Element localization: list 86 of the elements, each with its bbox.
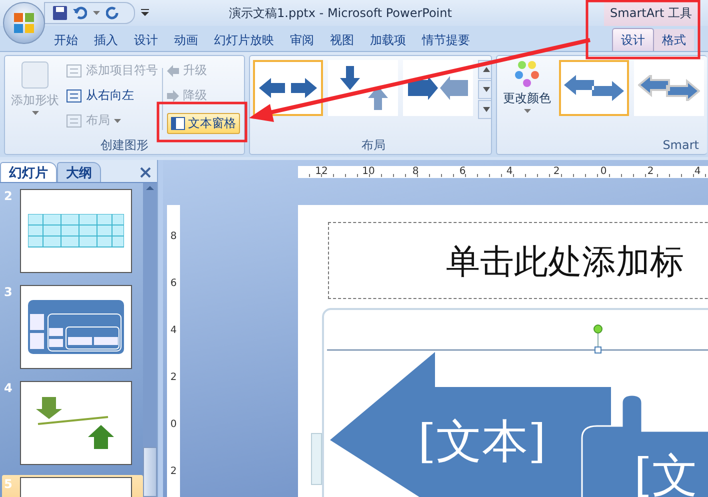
save-icon[interactable] bbox=[53, 6, 67, 20]
office-button[interactable] bbox=[3, 2, 45, 44]
ruler-label: 2 bbox=[169, 466, 178, 479]
ruler-label: 2 bbox=[646, 166, 655, 178]
ruler-label: 4 bbox=[169, 325, 178, 338]
style-option[interactable] bbox=[559, 60, 629, 116]
slide-number: 2 bbox=[4, 189, 14, 203]
pane-icon bbox=[171, 117, 185, 130]
gallery-scroll-button[interactable] bbox=[478, 100, 491, 119]
slide-thumbnail[interactable] bbox=[20, 285, 132, 369]
ribbon-scroll-shape[interactable] bbox=[581, 394, 708, 497]
ruler-label: 0 bbox=[169, 419, 178, 432]
up-caret-icon bbox=[482, 67, 490, 72]
change-colors-button[interactable]: 更改颜色 bbox=[500, 60, 554, 132]
ruler-label: 4 bbox=[693, 166, 702, 178]
slide-number: 4 bbox=[4, 381, 14, 395]
ribbon-tab[interactable]: 情节提要 bbox=[414, 29, 478, 51]
facing-arrows-icon bbox=[408, 76, 468, 100]
ribbon-tab[interactable]: 设计 bbox=[126, 29, 166, 51]
smartart-frame[interactable] bbox=[322, 308, 708, 497]
ribbon-tab[interactable]: 设计 bbox=[612, 28, 654, 51]
double-arrow-icon bbox=[638, 75, 700, 101]
undo-icon[interactable] bbox=[73, 6, 87, 20]
caret-icon bbox=[32, 111, 38, 115]
ruler-label: 8 bbox=[411, 166, 420, 178]
right-arrow-icon bbox=[167, 90, 179, 102]
command-icon bbox=[66, 114, 82, 128]
scrollbar[interactable] bbox=[143, 183, 157, 497]
layout-option[interactable] bbox=[403, 60, 473, 116]
ruler-label: 4 bbox=[505, 166, 514, 178]
pane-tab[interactable]: 大纲 bbox=[57, 162, 101, 182]
ruler-label: 2 bbox=[552, 166, 561, 178]
caret-icon bbox=[93, 11, 100, 15]
caret-icon bbox=[114, 118, 121, 122]
ruler-label: 8 bbox=[169, 231, 178, 244]
down-caret-icon bbox=[482, 107, 490, 112]
ribbon-tab[interactable]: 审阅 bbox=[282, 29, 322, 51]
ribbon-command[interactable]: 从右向左 bbox=[66, 85, 158, 106]
double-arrow-icon bbox=[259, 76, 317, 100]
double-arrow-icon bbox=[564, 75, 624, 101]
style-option[interactable] bbox=[634, 60, 704, 116]
command-icon bbox=[66, 64, 82, 78]
layout-option[interactable] bbox=[253, 60, 323, 116]
ribbon-tab[interactable]: 动画 bbox=[166, 29, 206, 51]
ruler-label: 2 bbox=[169, 372, 178, 385]
ruler-label: 10 bbox=[361, 166, 376, 178]
slide-number: 3 bbox=[4, 285, 14, 299]
side-expand-handle[interactable] bbox=[311, 433, 322, 485]
ribbon-tab[interactable]: 开始 bbox=[46, 29, 86, 51]
window-title: 演示文稿1.pptx - Microsoft PowerPoint bbox=[229, 4, 452, 22]
slide-thumbnail[interactable] bbox=[20, 381, 132, 465]
scroll-thumb[interactable] bbox=[143, 447, 157, 497]
customize-caret-icon[interactable] bbox=[141, 9, 149, 17]
ribbon-tab[interactable]: 插入 bbox=[86, 29, 126, 51]
gallery-scroll-button[interactable] bbox=[478, 80, 491, 99]
ruler-label: 6 bbox=[458, 166, 467, 178]
shape-text[interactable]: [文本] bbox=[418, 411, 546, 473]
ribbon-tab[interactable]: 加载项 bbox=[362, 29, 414, 51]
left-arrow-shape[interactable] bbox=[330, 352, 611, 497]
up-down-arrows-icon bbox=[338, 66, 388, 110]
caret-icon bbox=[524, 109, 530, 113]
ruler-label: 12 bbox=[314, 166, 329, 178]
redo-icon[interactable] bbox=[106, 6, 120, 20]
rotate-handle[interactable] bbox=[594, 324, 602, 354]
ribbon-tab[interactable]: 视图 bbox=[322, 29, 362, 51]
slide-number: 5 bbox=[4, 477, 14, 491]
title-placeholder-text[interactable]: 单击此处添加标 bbox=[446, 239, 684, 285]
ruler-label: 0 bbox=[599, 166, 608, 178]
title-placeholder[interactable] bbox=[328, 222, 708, 299]
ribbon-tab[interactable]: 幻灯片放映 bbox=[206, 29, 282, 51]
down-caret-icon bbox=[482, 87, 490, 92]
close-icon[interactable] bbox=[140, 167, 151, 178]
ruler-label: 6 bbox=[169, 278, 178, 291]
color-dots-icon bbox=[513, 60, 541, 88]
command-icon bbox=[66, 88, 82, 102]
slide-thumbnail[interactable] bbox=[20, 189, 132, 273]
office-logo bbox=[13, 12, 35, 34]
text-pane-button[interactable]: 文本窗格 bbox=[167, 113, 240, 134]
left-arrow-icon bbox=[167, 64, 179, 76]
group-label: 布局 bbox=[362, 137, 386, 154]
group-label: 创建图形 bbox=[100, 137, 148, 154]
pane-tab[interactable]: 幻灯片 bbox=[0, 162, 57, 182]
shape-icon bbox=[20, 60, 50, 90]
ribbon-tab[interactable]: 格式 bbox=[654, 29, 694, 51]
layout-option[interactable] bbox=[328, 60, 398, 116]
group-label: Smart bbox=[662, 137, 700, 154]
